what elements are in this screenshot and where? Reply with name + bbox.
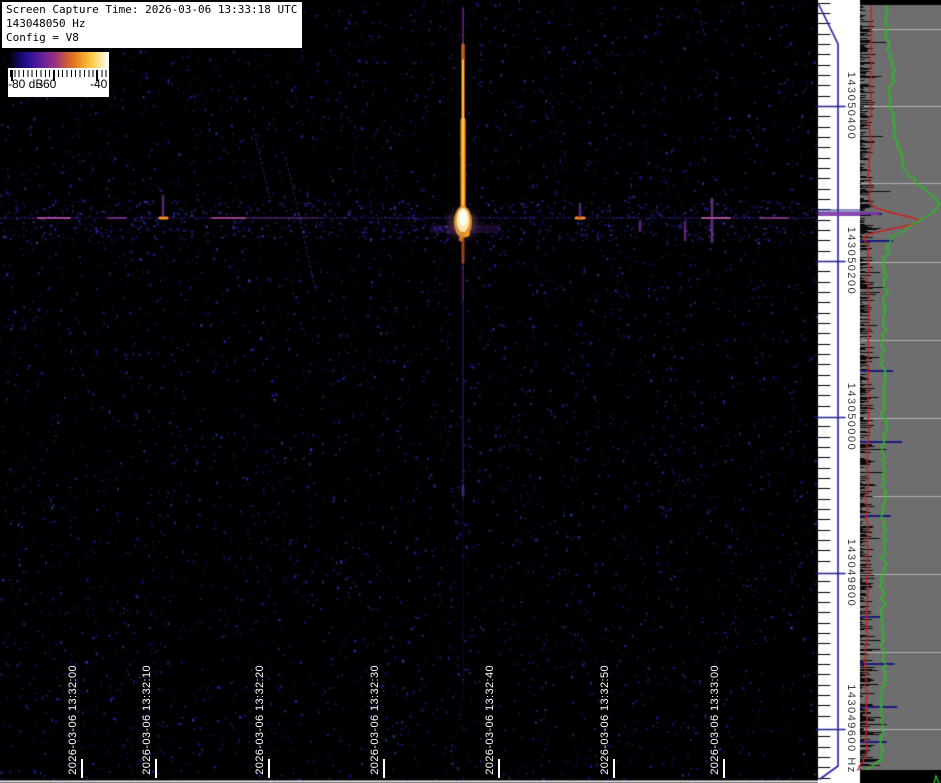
center-frequency-text: 143048050 Hz	[6, 17, 297, 31]
time-tick	[155, 759, 157, 778]
db-label-60: -60	[39, 77, 56, 91]
config-text: Config = V8	[6, 31, 297, 45]
color-scale-legend: -80 dB -60 -40	[8, 52, 109, 97]
db-ruler-ticks	[10, 70, 107, 77]
capture-info-box: Screen Capture Time: 2026-03-06 13:33:18…	[0, 0, 304, 50]
time-label: 2026-03-06 13:32:40	[484, 665, 496, 775]
frequency-label: 143050000	[845, 383, 857, 452]
time-label: 2026-03-06 13:32:10	[141, 665, 153, 775]
time-label: 2026-03-06 13:32:50	[599, 665, 611, 775]
frequency-label: 143050200	[845, 227, 857, 296]
time-tick	[613, 759, 615, 778]
time-label: 2026-03-06 13:32:20	[254, 665, 266, 775]
frequency-label: 143049600 Hz	[845, 684, 857, 774]
time-tick	[81, 759, 83, 778]
time-tick	[383, 759, 385, 778]
capture-time-text: Screen Capture Time: 2026-03-06 13:33:18…	[6, 3, 297, 17]
color-gradient-bar	[8, 52, 109, 68]
time-label: 2026-03-06 13:33:00	[709, 665, 721, 775]
db-labels: -80 dB -60 -40	[8, 77, 109, 91]
db-label-40: -40	[90, 77, 107, 91]
time-label: 2026-03-06 13:32:30	[369, 665, 381, 775]
spectrum-lab-capture: Screen Capture Time: 2026-03-06 13:33:18…	[0, 0, 941, 783]
time-tick	[268, 759, 270, 778]
time-label: 2026-03-06 13:32:00	[67, 665, 79, 775]
frequency-label: 143049800	[845, 539, 857, 608]
db-ruler: -80 dB -60 -40	[8, 68, 109, 97]
frequency-label: 143050400	[845, 72, 857, 141]
time-tick	[723, 759, 725, 778]
time-tick	[498, 759, 500, 778]
